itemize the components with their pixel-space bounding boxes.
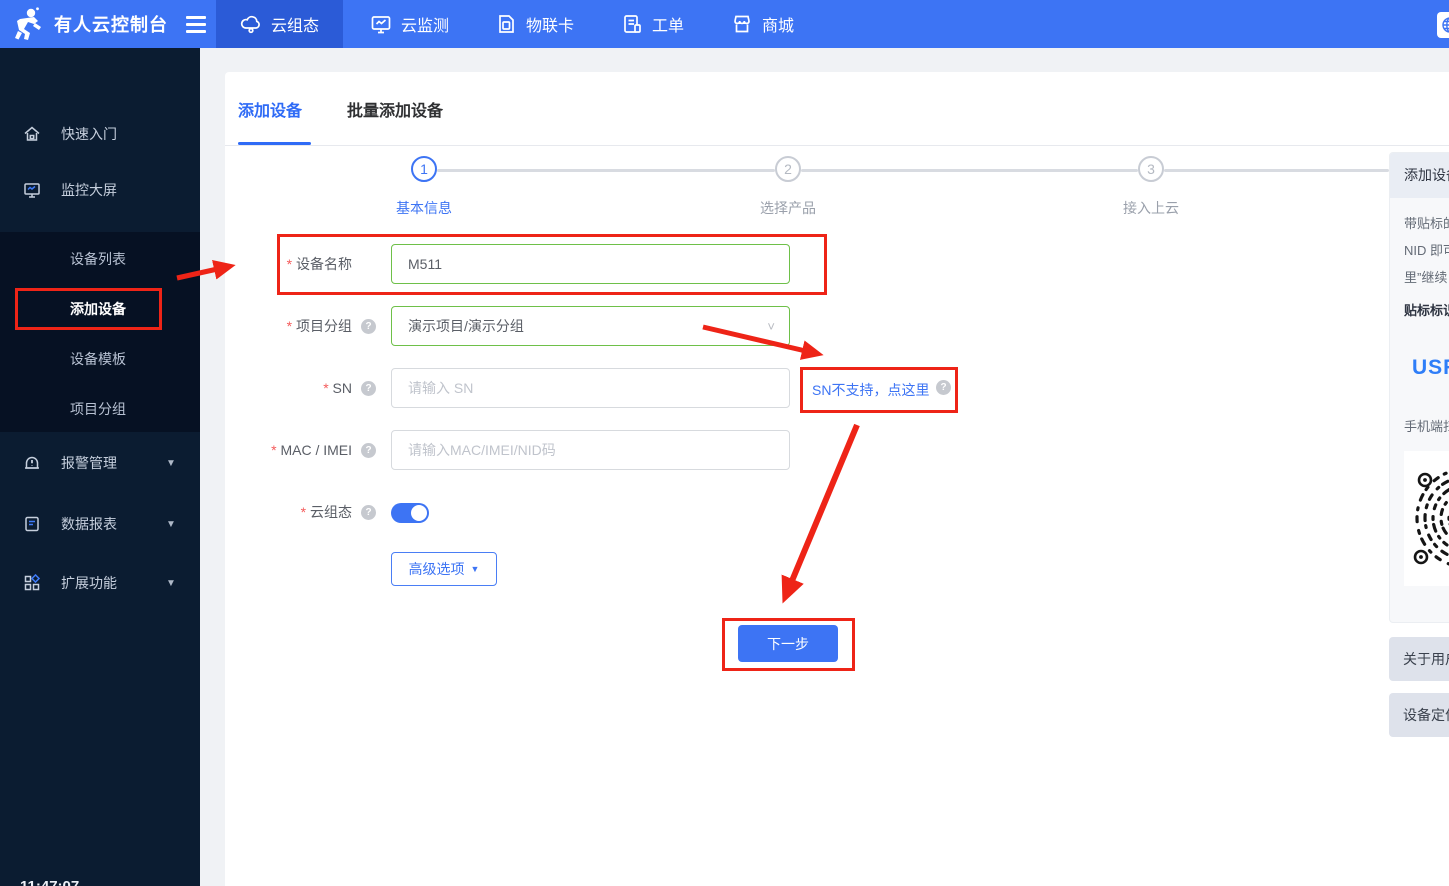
stepper-line	[437, 169, 775, 172]
device-name-input[interactable]	[391, 244, 790, 284]
about-user-link-card[interactable]: 关于用户	[1389, 637, 1449, 681]
sidebar-item-label: 设备模板	[70, 351, 126, 367]
tab-bar: 添加设备 批量添加设备	[225, 72, 1449, 146]
sidebar-item-data-report[interactable]: 数据报表 ▼	[0, 504, 200, 544]
sn-input[interactable]	[391, 368, 790, 408]
nav-tab-label: 云组态	[270, 18, 319, 35]
device-management-submenu: 设备列表 添加设备 设备模板 项目分组	[0, 232, 200, 432]
device-location-link-card[interactable]: 设备定位	[1389, 693, 1449, 737]
chevron-down-icon: ▼	[166, 577, 176, 589]
sidebar-item-label: 扩展功能	[61, 575, 117, 591]
home-icon	[23, 125, 41, 143]
nav-tab-iot-card[interactable]: 物联卡	[495, 0, 574, 48]
alarm-bell-icon	[23, 454, 41, 472]
project-group-help-icon[interactable]: ?	[361, 319, 376, 334]
nav-tab-label: 商城	[762, 18, 795, 35]
help-text-phone-line: 手机端扫	[1404, 419, 1449, 434]
qr-code-image	[1404, 451, 1449, 586]
top-navigation-bar: 有人云控制台 云组态 云监测 物联卡 工单 商城	[0, 0, 1449, 48]
sidebar-item-label: 快速入门	[61, 126, 117, 142]
sim-card-icon	[495, 13, 517, 35]
cloud-scada-toggle[interactable]	[391, 503, 429, 523]
sn-not-supported-link[interactable]: SN不支持，点这里	[812, 380, 929, 400]
chevron-down-icon: ▼	[166, 457, 176, 469]
sidebar-item-label: 设备列表	[70, 251, 126, 267]
cloud-icon	[240, 13, 262, 35]
sidebar-item-label: 数据报表	[61, 516, 117, 532]
project-group-select[interactable]: 演示项目/演示分组 ˅	[391, 306, 790, 346]
help-text-bold-line: 贴标标识	[1404, 303, 1449, 318]
step-2-label: 选择产品	[760, 200, 816, 216]
tab-batch-add-device[interactable]: 批量添加设备	[347, 97, 443, 121]
project-group-value: 演示项目/演示分组	[408, 318, 524, 334]
active-tab-underline	[238, 142, 311, 145]
nav-tab-label: 工单	[652, 18, 685, 35]
stepper-line	[801, 169, 1138, 172]
step-1-label: 基本信息	[396, 200, 452, 216]
step-1-circle: 1	[411, 156, 437, 182]
tab-add-device[interactable]: 添加设备	[238, 97, 302, 121]
cloud-scada-help-icon[interactable]: ?	[361, 505, 376, 520]
sidebar-item-monitor-screen[interactable]: 监控大屏	[0, 170, 200, 210]
help-text-line: NID 即可	[1404, 243, 1449, 258]
advanced-options-button[interactable]: 高级选项 ▼	[391, 552, 497, 586]
language-globe-button[interactable]	[1437, 12, 1449, 38]
app-window: 有人云控制台 云组态 云监测 物联卡 工单 商城 快速入门 监控大屏 设备列表 …	[0, 0, 1449, 886]
nav-tab-cloud-monitor[interactable]: 云监测	[370, 0, 449, 48]
work-order-icon	[621, 13, 643, 35]
mac-imei-help-icon[interactable]: ?	[361, 443, 376, 458]
nav-tab-cloud-scada[interactable]: 云组态	[216, 0, 343, 48]
usr-brand-text: USR	[1412, 356, 1449, 379]
step-3-circle: 3	[1138, 156, 1164, 182]
sidebar-item-label: 添加设备	[70, 301, 126, 317]
help-text-line: 带贴标的	[1404, 216, 1449, 231]
advanced-options-label: 高级选项	[408, 561, 465, 577]
hamburger-menu-icon[interactable]	[186, 12, 206, 37]
chevron-down-icon: ▼	[470, 564, 480, 574]
help-panel: 添加设备 带贴标的 NID 即可 里”继续 贴标标识 USR 手机端扫	[1389, 152, 1449, 623]
step-2-circle: 2	[775, 156, 801, 182]
app-title: 有人云控制台	[54, 15, 168, 35]
sidebar-item-alarm-management[interactable]: 报警管理 ▼	[0, 443, 200, 483]
sidebar-item-add-device[interactable]: 添加设备	[0, 284, 200, 334]
report-document-icon	[23, 515, 41, 533]
mac-imei-input[interactable]	[391, 430, 790, 470]
sidebar-item-device-list[interactable]: 设备列表	[0, 234, 200, 284]
chevron-down-icon: ▼	[166, 518, 176, 530]
help-panel-title: 添加设备	[1390, 153, 1449, 198]
apps-grid-icon	[23, 574, 41, 592]
sidebar-item-label: 报警管理	[61, 455, 117, 471]
help-text-line: 里”继续	[1404, 270, 1448, 285]
dashboard-screen-icon	[23, 181, 41, 199]
chevron-down-icon: ˅	[767, 318, 775, 334]
sidebar-item-label: 监控大屏	[61, 182, 117, 198]
toggle-knob	[411, 505, 427, 521]
sn-help-icon[interactable]: ?	[361, 381, 376, 396]
globe-icon	[1442, 17, 1449, 33]
sidebar-item-extended-functions[interactable]: 扩展功能 ▼	[0, 563, 200, 603]
nav-tab-work-order[interactable]: 工单	[621, 0, 684, 48]
nav-tab-mall[interactable]: 商城	[731, 0, 794, 48]
sn-link-help-icon[interactable]: ?	[936, 380, 951, 395]
monitor-chart-icon	[370, 13, 392, 35]
storefront-icon	[731, 13, 753, 35]
sidebar-clock: 11:47:07	[20, 878, 79, 886]
next-step-button[interactable]: 下一步	[738, 625, 838, 662]
sidebar-item-label: 项目分组	[70, 401, 126, 417]
sidebar-item-quick-start[interactable]: 快速入门	[0, 114, 200, 154]
main-content-card: 添加设备 批量添加设备 1 2 3 基本信息 选择产品 接入上云 设备名称 项目…	[225, 72, 1449, 886]
sidebar-item-device-template[interactable]: 设备模板	[0, 334, 200, 384]
step-3-label: 接入上云	[1123, 200, 1179, 216]
nav-tab-label: 云监测	[401, 18, 450, 35]
stepper-line	[1164, 169, 1389, 172]
nav-tab-label: 物联卡	[526, 18, 575, 35]
sidebar: 快速入门 监控大屏 设备管理 ▲	[0, 48, 200, 886]
sidebar-item-project-group[interactable]: 项目分组	[0, 384, 200, 434]
usr-mascot-logo-icon	[14, 7, 44, 41]
